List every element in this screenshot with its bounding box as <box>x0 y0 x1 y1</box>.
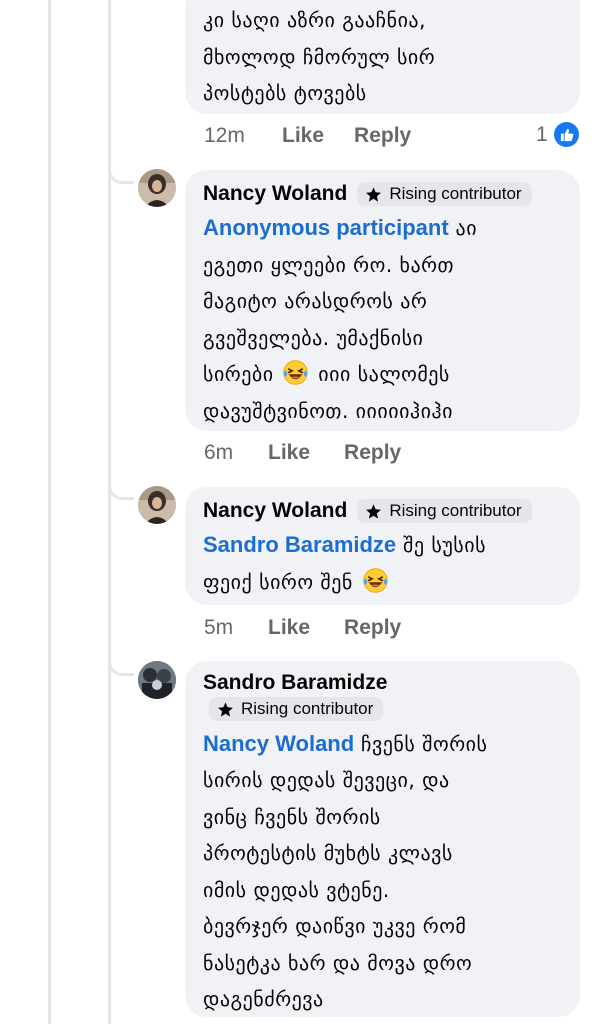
comment-text-line: ვინც ჩვენს შორის <box>203 804 381 829</box>
author-name[interactable]: Nancy Woland <box>203 499 347 523</box>
comment-text-span: სირები <box>203 362 274 386</box>
comment-bubble: Nancy Woland Rising contributor Anonymou… <box>185 170 580 431</box>
comment-text: კი საღი აზრი გააჩნია, მხოლოდ ჩმორულ სირ … <box>203 2 562 112</box>
comment-text: Anonymous participant აი ეგეთი ყლეები რო… <box>203 210 562 429</box>
comment-text-line: იმის დედას ვტენე. <box>203 877 390 902</box>
comment-timestamp[interactable]: 12m <box>204 124 282 148</box>
comment-text-line: პროტესტის მუხტს კლავს <box>203 841 453 865</box>
comment-text-line: დაგენძრევა <box>203 987 324 1011</box>
comment-text-line: გვეშველება. უმაქნისი <box>203 325 424 350</box>
comment-text-span: აი <box>455 216 478 240</box>
comment-text-line: ფეიქ სირო შენ <box>203 564 562 601</box>
thread-line-inner <box>108 0 111 1024</box>
comment-text-line: სირები იიი სალომეს <box>203 356 562 393</box>
comment-text-line: სირის დედას შევეცი, და <box>203 768 450 792</box>
comment-text-line: დავუშტვინოთ. იიიიიჰიჰი <box>203 398 453 423</box>
comment-text-line: ნასეტკა ხარ და მოვა დრო <box>203 950 473 975</box>
comment-text-line: პოსტებს ტოვებს <box>203 81 367 105</box>
comment-text-line: ეგეთი ყლეები რო. ხართ <box>203 252 455 277</box>
comment-text-line: Anonymous participant აი <box>203 210 562 247</box>
comment-text-span: იიი სალომეს <box>318 362 450 386</box>
comment-text-span: ფეიქ სირო შენ <box>203 569 353 594</box>
comment-actions: 5m Like Reply <box>204 616 431 640</box>
reply-connector <box>108 662 134 676</box>
reply-button[interactable]: Reply <box>354 124 411 148</box>
star-icon <box>366 503 382 519</box>
badge-label: Rising contributor <box>389 501 522 520</box>
reply-button[interactable]: Reply <box>344 441 401 465</box>
mention-link[interactable]: Sandro Baramidze <box>203 532 396 557</box>
reply-connector <box>108 170 134 184</box>
laughing-tears-emoji-icon <box>363 567 388 593</box>
star-icon <box>218 701 233 717</box>
status-badge[interactable]: Rising contributor <box>209 697 384 721</box>
comment-text: Nancy Woland ჩვენს შორის სირის დედას შევ… <box>203 726 562 1018</box>
author-name[interactable]: Sandro Baramidze <box>203 669 562 697</box>
star-icon <box>366 186 382 202</box>
comment-text-line: ბევრჯერ დაიწვი უკვე რომ <box>203 914 467 938</box>
thread-line-outer <box>48 0 51 1024</box>
comment-bubble: Nancy Woland Rising contributor Sandro B… <box>185 487 580 605</box>
comment-bubble: Sandro Baramidze Rising contributor Nanc… <box>185 661 580 1017</box>
badge-label: Rising contributor <box>389 184 522 203</box>
comment-text: Sandro Baramidze შე სუსის ფეიქ სირო შენ <box>203 527 562 600</box>
status-badge[interactable]: Rising contributor <box>357 182 532 206</box>
reaction-count: 1 <box>536 122 548 146</box>
like-button[interactable]: Like <box>268 441 310 465</box>
laughing-tears-emoji-icon <box>283 360 309 385</box>
like-button[interactable]: Like <box>268 616 310 640</box>
status-badge[interactable]: Rising contributor <box>357 499 532 523</box>
comment-header: Sandro Baramidze Rising contributor <box>203 669 562 722</box>
reply-button[interactable]: Reply <box>344 616 401 640</box>
comment-bubble: კი საღი აზრი გააჩნია, მხოლოდ ჩმორულ სირ … <box>185 0 580 114</box>
mention-link[interactable]: Nancy Woland <box>203 731 354 756</box>
author-name[interactable]: Nancy Woland <box>203 182 347 206</box>
mention-link[interactable]: Anonymous participant <box>203 215 449 240</box>
comment-text-line: მხოლოდ ჩმორულ სირ <box>203 44 436 69</box>
reply-connector <box>108 486 134 500</box>
like-reaction-icon <box>553 122 579 147</box>
reaction-summary[interactable]: 1 <box>536 122 579 147</box>
avatar[interactable] <box>138 661 176 699</box>
badge-label: Rising contributor <box>241 699 374 718</box>
comment-text-span: ჩვენს შორის <box>361 731 488 756</box>
comment-header: Nancy Woland Rising contributor <box>203 178 562 210</box>
comment-text-line: Sandro Baramidze შე სუსის <box>203 527 562 564</box>
avatar[interactable] <box>138 169 176 207</box>
comment-timestamp[interactable]: 6m <box>204 441 268 465</box>
comment-header: Nancy Woland Rising contributor <box>203 495 562 527</box>
comment-actions: 6m Like Reply <box>204 441 431 465</box>
comment-text-span: შე სუსის <box>403 533 487 557</box>
comment-timestamp[interactable]: 5m <box>204 616 268 640</box>
comment-text-line: Nancy Woland ჩვენს შორის <box>203 726 562 763</box>
like-button[interactable]: Like <box>282 124 324 148</box>
comment-actions: 12m Like Reply <box>204 124 441 148</box>
comment-text-line: მაგიტო არასდროს არ <box>203 289 428 313</box>
comment-text-line: კი საღი აზრი გააჩნია, <box>203 8 426 32</box>
avatar[interactable] <box>138 486 176 524</box>
